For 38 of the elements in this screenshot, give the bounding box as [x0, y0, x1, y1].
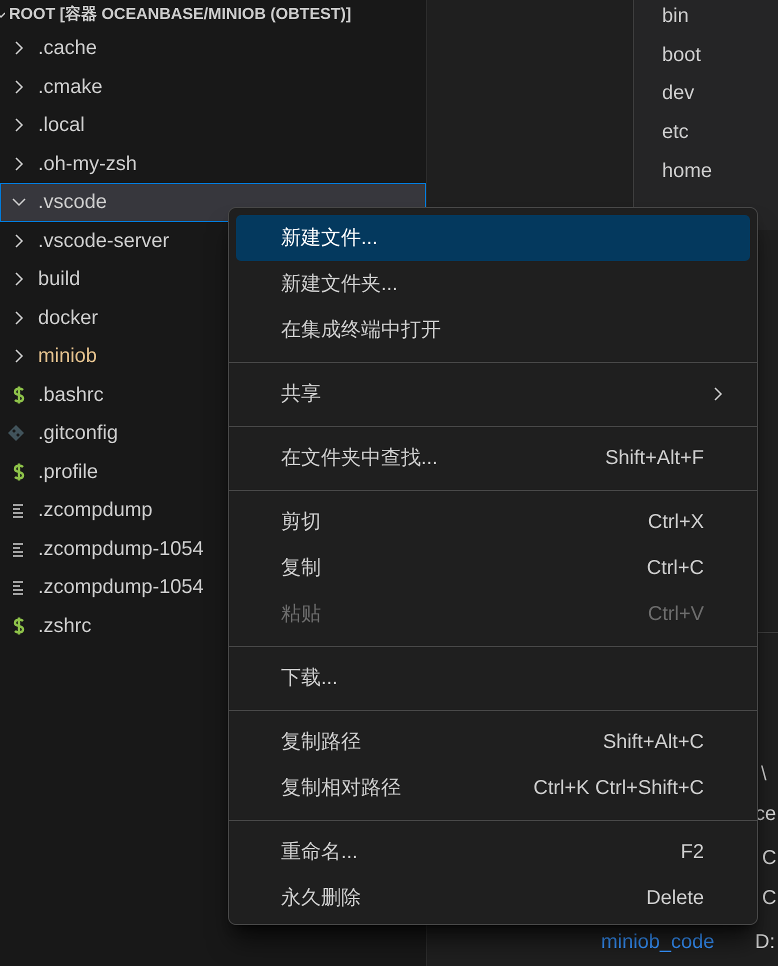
shortcut-text: Shift+Alt+F: [605, 446, 704, 471]
menu-item[interactable]: 复制 Ctrl+C: [236, 545, 750, 591]
diamond-icon: [7, 424, 25, 442]
menu-item[interactable]: 共享: [236, 371, 750, 417]
menu-item[interactable]: 复制路径 Shift+Alt+C: [236, 719, 750, 765]
menu-item[interactable]: 永久删除 Delete: [236, 875, 750, 921]
shortcut-text: F2: [680, 840, 704, 865]
text-fragment: C: [762, 886, 776, 911]
menu-item[interactable]: 新建文件夹...: [236, 261, 750, 307]
shortcut-text: Ctrl+V: [648, 602, 704, 627]
tree-item[interactable]: .cmake: [0, 68, 426, 106]
path-text: D:: [755, 930, 775, 955]
folder-list-item[interactable]: boot: [662, 40, 701, 70]
folder-list-item[interactable]: home: [662, 156, 712, 186]
menu-item[interactable]: 下载...: [236, 655, 750, 701]
folder-list-item[interactable]: etc: [662, 117, 689, 148]
folder-list-item[interactable]: dev: [662, 78, 694, 108]
shortcut-text: Delete: [646, 886, 704, 911]
shortcut-text: Ctrl+X: [648, 510, 704, 535]
menu-item[interactable]: 在集成终端中打开: [236, 307, 750, 353]
menu-item[interactable]: 复制相对路径 Ctrl+K Ctrl+Shift+C: [236, 765, 750, 811]
folder-list-item[interactable]: bin: [662, 1, 689, 32]
text-fragment: \: [761, 762, 767, 787]
menu-item[interactable]: 剪切 Ctrl+X: [236, 499, 750, 545]
tree-item[interactable]: .local: [0, 106, 426, 144]
menu-item: 粘贴 Ctrl+V: [236, 591, 750, 637]
text-fragment: C: [762, 846, 776, 871]
chevron-right-icon: [712, 385, 724, 403]
shortcut-text: Ctrl+K Ctrl+Shift+C: [533, 776, 704, 801]
menu-item[interactable]: 在文件夹中查找... Shift+Alt+F: [236, 435, 750, 481]
tree-item[interactable]: .oh-my-zsh: [0, 144, 426, 183]
tree-item[interactable]: .cache: [0, 29, 426, 68]
shortcut-text: Ctrl+C: [646, 556, 704, 581]
root-folder-header[interactable]: ROOT [容器 OCEANBASE/MINIOB (OBTEST)]: [9, 2, 352, 26]
link[interactable]: miniob_code: [601, 927, 714, 957]
shortcut-text: Shift+Alt+C: [602, 730, 704, 755]
menu-item[interactable]: 重命名... F2: [236, 829, 750, 875]
menu-item[interactable]: 新建文件...: [236, 215, 750, 261]
